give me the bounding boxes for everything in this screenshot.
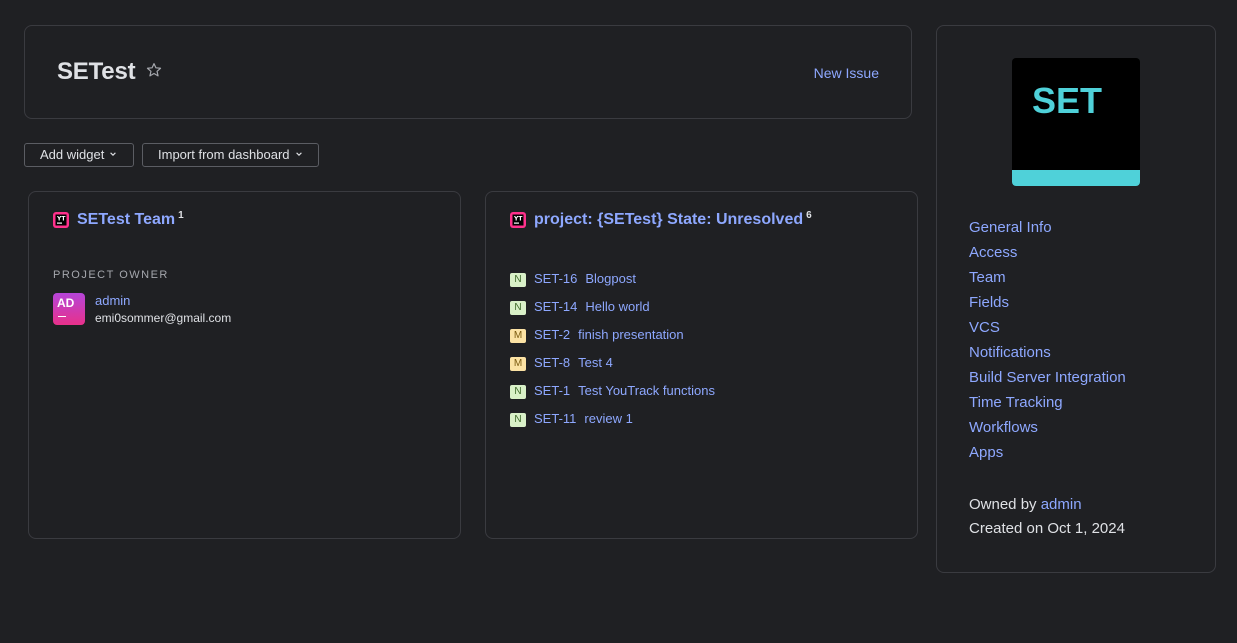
issues-widget-title-text: project: {SETest} State: Unresolved	[534, 211, 804, 228]
sidebar-link-time-tracking[interactable]: Time Tracking	[969, 394, 1063, 411]
priority-badge: N	[510, 273, 526, 287]
sidebar-link-general-info[interactable]: General Info	[969, 219, 1052, 236]
issue-summary[interactable]: Test YouTrack functions	[578, 383, 715, 398]
priority-badge: M	[510, 357, 526, 371]
youtrack-logo-icon: YT	[510, 212, 526, 228]
add-widget-label: Add widget	[40, 147, 105, 162]
project-title: SETest	[57, 58, 136, 85]
issue-row[interactable]: N SET-16 Blogpost	[510, 271, 636, 291]
issue-row[interactable]: N SET-11 review 1	[510, 411, 633, 431]
sidebar-link-team[interactable]: Team	[969, 269, 1006, 286]
priority-badge: M	[510, 329, 526, 343]
issue-id[interactable]: SET-14	[534, 299, 577, 314]
project-owner-label: PROJECT OWNER	[53, 269, 169, 281]
star-icon[interactable]	[145, 61, 163, 79]
issue-id[interactable]: SET-1	[534, 383, 570, 398]
sidebar-link-notifications[interactable]: Notifications	[969, 344, 1051, 361]
team-widget: YT SETest Team 1 PROJECT OWNER AD admin e…	[28, 191, 461, 539]
project-logo-text: SET	[1032, 80, 1103, 121]
sidebar-link-fields[interactable]: Fields	[969, 294, 1009, 311]
owner-name-link[interactable]: admin	[95, 293, 130, 308]
issue-id[interactable]: SET-2	[534, 327, 570, 342]
issue-id[interactable]: SET-11	[534, 411, 576, 426]
svg-text:YT: YT	[56, 216, 66, 223]
sidebar-link-vcs[interactable]: VCS	[969, 319, 1000, 336]
issues-widget: YT project: {SETest} State: Unresolved 6 …	[485, 191, 918, 539]
project-header: SETest New Issue	[24, 25, 912, 119]
issues-count: 6	[806, 210, 812, 221]
avatar-underline	[58, 316, 66, 317]
owned-by-link[interactable]: admin	[1041, 496, 1082, 513]
priority-badge: N	[510, 385, 526, 399]
import-from-dashboard-label: Import from dashboard	[158, 147, 290, 162]
issues-widget-title[interactable]: project: {SETest} State: Unresolved 6	[534, 210, 812, 229]
sidebar-link-build-server-integration[interactable]: Build Server Integration	[969, 369, 1126, 386]
sidebar-link-access[interactable]: Access	[969, 244, 1017, 261]
issue-summary[interactable]: Blogpost	[585, 271, 636, 286]
sidebar-link-apps[interactable]: Apps	[969, 444, 1003, 461]
priority-badge: N	[510, 413, 526, 427]
priority-badge: N	[510, 301, 526, 315]
avatar[interactable]: AD	[53, 293, 85, 325]
project-logo-bar	[1012, 170, 1140, 186]
owned-by: Owned by admin	[969, 496, 1082, 513]
team-count: 1	[178, 210, 184, 221]
chevron-down-icon	[295, 152, 302, 156]
owner-email: emi0sommer@gmail.com	[95, 311, 232, 325]
issue-row[interactable]: N SET-14 Hello world	[510, 299, 650, 319]
project-sidebar: SET General Info Access Team Fields VCS Notif…	[936, 25, 1216, 573]
created-on: Created on Oct 1, 2024	[969, 520, 1125, 537]
issue-summary[interactable]: review 1	[584, 411, 632, 426]
avatar-initials: AD	[57, 296, 75, 310]
owned-by-prefix: Owned by	[969, 496, 1037, 513]
issue-summary[interactable]: Test 4	[578, 355, 613, 370]
project-logo: SET	[1012, 58, 1140, 186]
issue-row[interactable]: N SET-1 Test YouTrack functions	[510, 383, 715, 403]
issue-summary[interactable]: finish presentation	[578, 327, 684, 342]
add-widget-button[interactable]: Add widget	[24, 143, 134, 167]
new-issue-button[interactable]: New Issue	[814, 65, 879, 81]
svg-text:YT: YT	[513, 216, 523, 223]
import-from-dashboard-button[interactable]: Import from dashboard	[142, 143, 319, 167]
issue-id[interactable]: SET-16	[534, 271, 577, 286]
team-widget-title[interactable]: SETest Team 1	[77, 210, 184, 229]
issue-summary[interactable]: Hello world	[585, 299, 649, 314]
sidebar-link-workflows[interactable]: Workflows	[969, 419, 1038, 436]
issue-row[interactable]: M SET-8 Test 4	[510, 355, 613, 375]
team-widget-title-text: SETest Team	[77, 211, 176, 228]
issue-row[interactable]: M SET-2 finish presentation	[510, 327, 684, 347]
youtrack-logo-icon: YT	[53, 212, 69, 228]
issue-id[interactable]: SET-8	[534, 355, 570, 370]
chevron-down-icon	[110, 152, 117, 156]
